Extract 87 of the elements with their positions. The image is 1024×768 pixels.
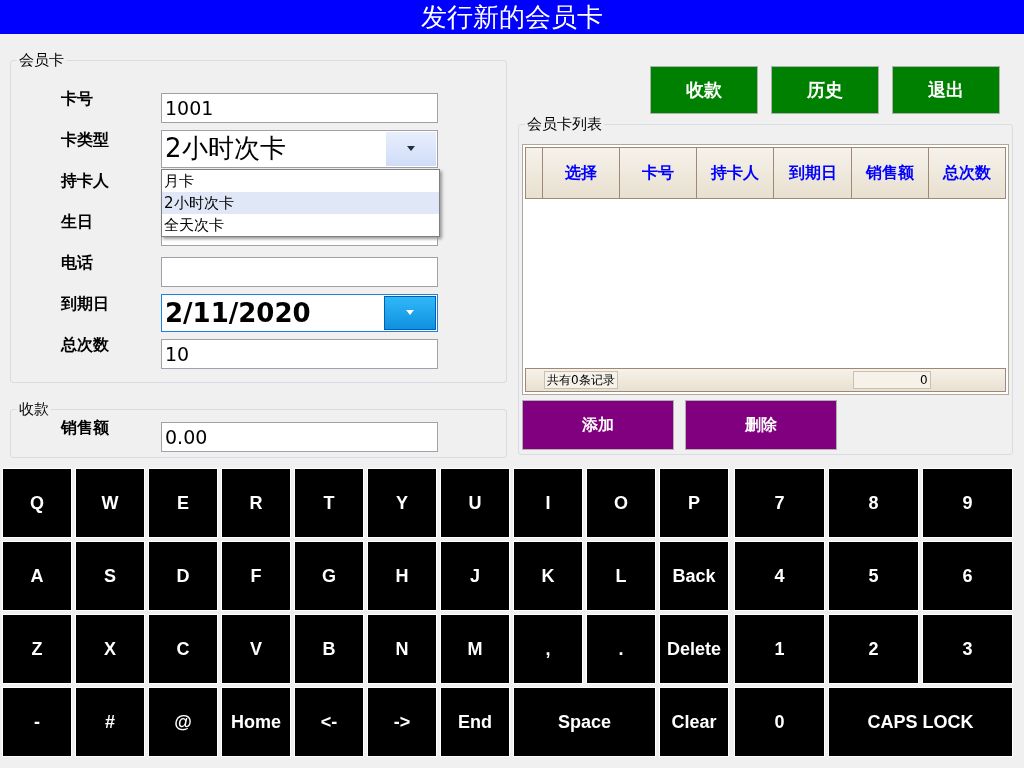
keyboard-key[interactable]: Clear — [659, 687, 729, 757]
column-header[interactable]: 选择 — [542, 148, 620, 198]
keyboard-key[interactable]: U — [440, 468, 510, 538]
action-button[interactable]: 退出 — [892, 66, 1000, 114]
keyboard-key[interactable]: F — [221, 541, 291, 611]
keyboard-key[interactable]: # — [75, 687, 145, 757]
list-button[interactable]: 删除 — [685, 400, 837, 450]
keyboard-key[interactable]: P — [659, 468, 729, 538]
keyboard-key[interactable]: 2 — [828, 614, 919, 684]
dropdown-option[interactable]: 月卡 — [162, 169, 439, 192]
total-cell: 0 — [852, 371, 931, 389]
keyboard-key[interactable]: 5 — [828, 541, 919, 611]
keyboard-key[interactable]: V — [221, 614, 291, 684]
keyboard-key[interactable]: S — [75, 541, 145, 611]
list-button[interactable]: 添加 — [522, 400, 674, 450]
record-count: 共有0条记录 — [544, 371, 618, 389]
keyboard-key[interactable]: A — [2, 541, 72, 611]
date-picker[interactable]: 2/11/2020 — [161, 293, 438, 332]
caret-icon — [407, 146, 415, 151]
dropdown-option[interactable]: 全天次卡 — [162, 213, 439, 236]
group-title: 会员卡列表 — [525, 115, 604, 134]
keyboard-key[interactable]: I — [513, 468, 583, 538]
keyboard-key[interactable]: 3 — [922, 614, 1013, 684]
keyboard-key[interactable]: Delete — [659, 614, 729, 684]
column-header[interactable]: 持卡人 — [696, 148, 774, 198]
field-label: 到期日 — [60, 293, 110, 315]
date-dropdown-button[interactable] — [384, 295, 436, 330]
text-field[interactable]: 1001 — [161, 92, 438, 123]
keyboard-key[interactable]: Home — [221, 687, 291, 757]
column-header[interactable]: 到期日 — [773, 148, 851, 198]
keyboard-key[interactable]: J — [440, 541, 510, 611]
text-field[interactable] — [161, 256, 438, 287]
keyboard-key[interactable]: X — [75, 614, 145, 684]
keyboard-key[interactable]: -> — [367, 687, 437, 757]
keyboard-key[interactable]: 1 — [734, 614, 825, 684]
keyboard-key[interactable]: G — [294, 541, 364, 611]
keyboard-key[interactable]: N — [367, 614, 437, 684]
keyboard-key[interactable]: M — [440, 614, 510, 684]
column-header[interactable]: 总次数 — [927, 148, 1005, 198]
keyboard-key[interactable]: Back — [659, 541, 729, 611]
text-field[interactable]: 10 — [161, 338, 438, 369]
keyboard-key[interactable]: Q — [2, 468, 72, 538]
keyboard-key[interactable]: K — [513, 541, 583, 611]
text-field[interactable]: 0.00 — [161, 421, 438, 452]
keyboard-key[interactable]: L — [586, 541, 656, 611]
action-button[interactable]: 收款 — [650, 66, 758, 114]
field-label: 卡号 — [60, 88, 94, 110]
keyboard-key[interactable]: R — [221, 468, 291, 538]
action-button[interactable]: 历史 — [771, 66, 879, 114]
column-header[interactable]: 销售额 — [850, 148, 928, 198]
keyboard-key[interactable]: H — [367, 541, 437, 611]
field-label: 持卡人 — [59, 170, 110, 192]
keyboard-key[interactable]: 7 — [734, 468, 825, 538]
keyboard-key[interactable]: 6 — [922, 541, 1013, 611]
keyboard-key[interactable]: 0 — [734, 687, 825, 757]
field-label: 总次数 — [59, 334, 110, 356]
keyboard-key[interactable]: <- — [294, 687, 364, 757]
keyboard-key[interactable]: . — [586, 614, 656, 684]
keyboard-key[interactable]: D — [148, 541, 218, 611]
keyboard-key[interactable]: Space — [513, 687, 656, 757]
dropdown-button[interactable] — [386, 131, 436, 166]
keyboard-key[interactable]: 9 — [922, 468, 1013, 538]
keyboard-key[interactable]: O — [586, 468, 656, 538]
dropdown-option[interactable]: 2小时次卡 — [162, 191, 439, 214]
window-title: 发行新的会员卡 — [0, 0, 1024, 34]
field-label: 生日 — [59, 211, 94, 233]
keyboard-key[interactable]: , — [513, 614, 583, 684]
keyboard-key[interactable]: C — [148, 614, 218, 684]
keyboard-key[interactable]: 4 — [734, 541, 825, 611]
keyboard-key[interactable]: W — [75, 468, 145, 538]
group-title: 会员卡 — [17, 51, 66, 70]
field-label: 销售额 — [59, 417, 110, 439]
keyboard-key[interactable]: 8 — [828, 468, 919, 538]
keyboard-key[interactable]: CAPS LOCK — [828, 687, 1013, 757]
keyboard-key[interactable]: @ — [148, 687, 218, 757]
keyboard-key[interactable]: Y — [367, 468, 437, 538]
field-label: 电话 — [60, 252, 94, 274]
keyboard-key[interactable]: E — [148, 468, 218, 538]
field-label: 卡类型 — [60, 129, 110, 151]
group-title: 收款 — [17, 400, 51, 419]
keyboard-key[interactable]: T — [294, 468, 364, 538]
keyboard-key[interactable]: End — [440, 687, 510, 757]
keyboard-key[interactable]: B — [294, 614, 364, 684]
keyboard-key[interactable]: - — [2, 687, 72, 757]
caret-icon — [406, 310, 414, 315]
column-header[interactable]: 卡号 — [619, 148, 697, 198]
keyboard-key[interactable]: Z — [2, 614, 72, 684]
